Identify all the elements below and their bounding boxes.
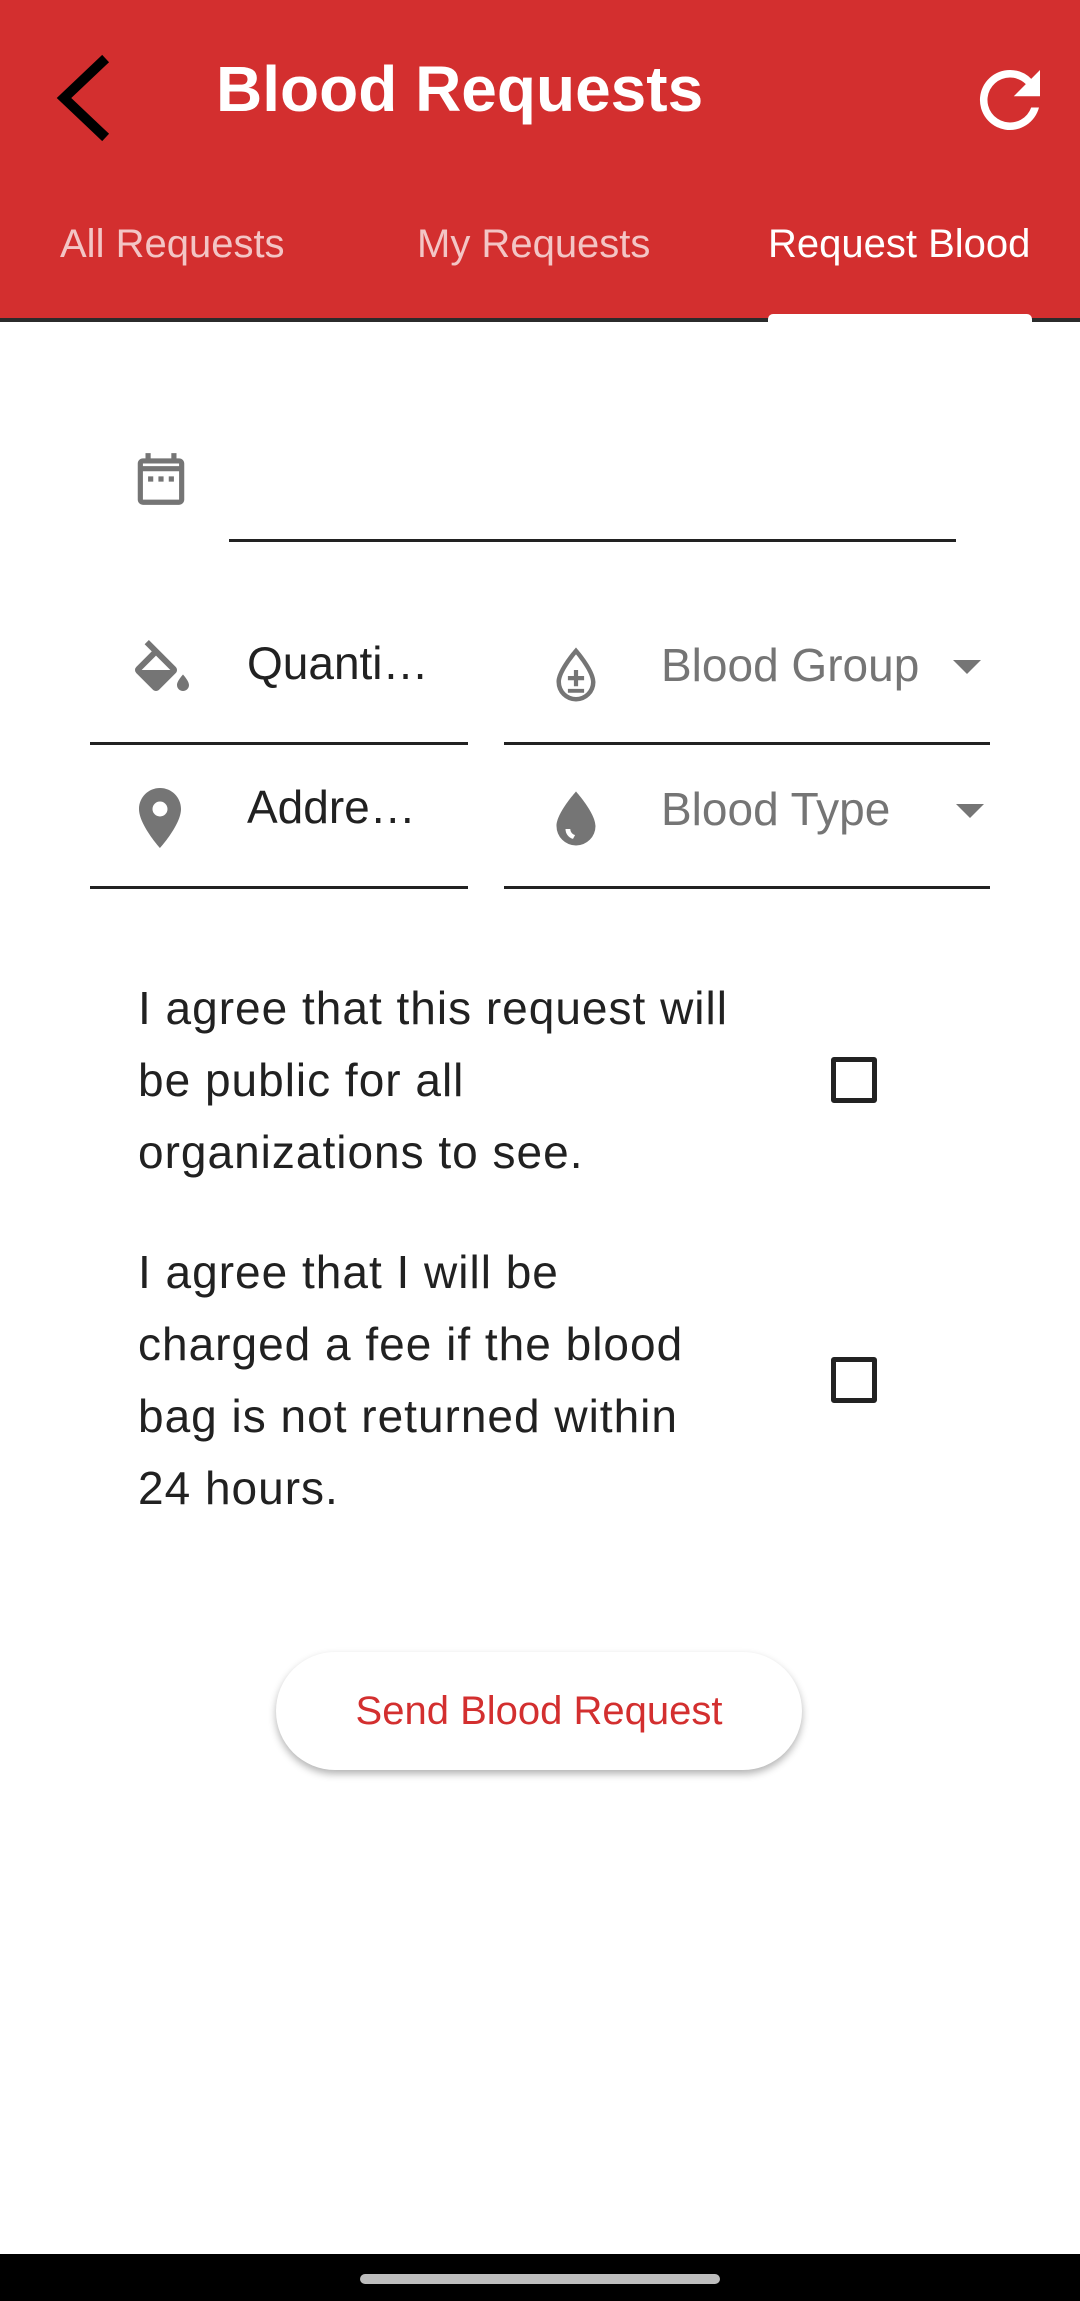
quantity-underline <box>90 742 468 745</box>
quantity-input[interactable]: Quanti… <box>247 636 437 690</box>
address-input[interactable]: Addre… <box>247 780 437 834</box>
tab-all-requests[interactable]: All Requests <box>60 222 285 267</box>
tab-request-blood-clip: Request Blood <box>768 210 1030 290</box>
blood-group-select[interactable]: Blood Group <box>661 638 919 692</box>
home-gesture-handle[interactable] <box>360 2274 720 2284</box>
blood-group-underline <box>504 742 990 745</box>
consent-public-checkbox[interactable] <box>831 1057 877 1103</box>
page-title: Blood Requests <box>216 53 704 125</box>
calendar-icon <box>137 453 185 505</box>
consent-fee-text: I agree that I will be charged a fee if … <box>138 1246 684 1514</box>
chevron-down-icon[interactable] <box>956 804 984 818</box>
address-underline <box>90 886 468 889</box>
blood-type-select[interactable]: Blood Type <box>661 782 890 836</box>
blood-drop-plus-minus-icon <box>556 647 596 702</box>
location-pin-icon <box>139 788 181 848</box>
refresh-button[interactable] <box>965 55 1055 145</box>
send-blood-request-button[interactable]: Send Blood Request <box>276 1652 802 1770</box>
tab-my-requests[interactable]: My Requests <box>417 222 650 267</box>
tab-request-blood[interactable]: Request Blood <box>768 222 1030 267</box>
blood-drop-icon <box>556 791 596 846</box>
refresh-icon <box>979 69 1040 130</box>
send-button-label: Send Blood Request <box>355 1688 723 1733</box>
consent-public-text: I agree that this request will be public… <box>138 982 728 1178</box>
consent-fee-checkbox[interactable] <box>831 1357 877 1403</box>
back-arrow-icon <box>56 54 110 142</box>
paint-bucket-icon <box>134 640 189 691</box>
blood-type-underline <box>504 886 990 889</box>
date-underline <box>229 539 956 542</box>
chevron-down-icon[interactable] <box>953 660 981 674</box>
tab-indicator <box>768 314 1032 324</box>
back-button[interactable] <box>40 40 130 150</box>
